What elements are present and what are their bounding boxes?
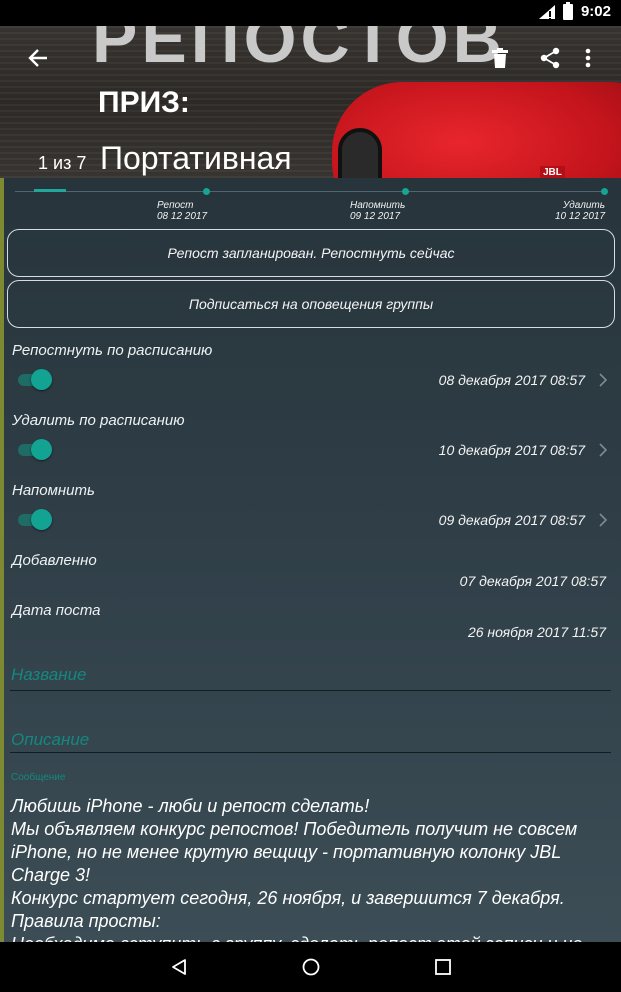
- message-line: Правила просты:: [11, 911, 161, 931]
- post-date-value: 26 ноября 2017 11:57: [467, 624, 606, 640]
- speaker-logo: JBL: [540, 166, 565, 178]
- toggle-thumb: [31, 439, 52, 460]
- added-label: Добавленно: [12, 552, 97, 569]
- delete-schedule-toggle[interactable]: [18, 438, 54, 460]
- nav-recents-button[interactable]: [428, 952, 458, 982]
- repost-now-button[interactable]: Репост запланирован. Репостнуть сейчас: [7, 229, 615, 277]
- share-button[interactable]: [530, 38, 570, 78]
- delete-schedule-label: Удалить по расписанию: [12, 412, 185, 429]
- nav-home-icon: [302, 958, 320, 976]
- timeline-label-repost: Репост 08 12 2017: [157, 200, 208, 222]
- timeline-progress: [34, 189, 66, 192]
- status-time: 9:02: [580, 3, 611, 20]
- timeline-label-remind: Напомнить 09 12 2017: [350, 200, 406, 222]
- more-button[interactable]: [568, 38, 608, 78]
- more-vert-icon: [585, 48, 591, 68]
- trash-icon: [492, 48, 508, 68]
- repost-schedule-date[interactable]: 08 декабря 2017 08:57: [439, 372, 585, 388]
- chevron-right-icon[interactable]: [598, 373, 608, 387]
- image-text-prize: ПРИЗ:: [98, 86, 190, 119]
- message-line: Любишь iPhone - люби и репост сделать!: [11, 796, 370, 816]
- remind-label: Напомнить: [12, 482, 95, 499]
- image-text-sub: Портативная: [100, 140, 292, 176]
- back-arrow-icon: [28, 49, 47, 67]
- remind-toggle[interactable]: [18, 508, 54, 530]
- name-field-underline: [10, 690, 611, 691]
- message-line: Мы объявляем конкурс репостов! Победител…: [11, 819, 578, 885]
- post-details[interactable]: Репост 08 12 2017 Напомнить 09 12 2017 У…: [0, 178, 621, 942]
- timeline-dot-delete: [601, 188, 608, 195]
- nav-back-icon: [172, 959, 186, 975]
- speaker-end-cap: [338, 128, 382, 178]
- message-field[interactable]: Любишь iPhone - люби и репост сделать! М…: [11, 795, 617, 942]
- name-field[interactable]: Название: [11, 665, 86, 685]
- remind-date[interactable]: 09 декабря 2017 08:57: [439, 512, 585, 528]
- status-bar: 9:02: [0, 0, 621, 26]
- timeline-line: [15, 191, 606, 192]
- timeline-dot-repost: [203, 188, 210, 195]
- timeline-label-delete: Удалить 10 12 2017: [555, 200, 606, 222]
- timeline-dot-remind: [402, 188, 409, 195]
- description-field[interactable]: Описание: [11, 730, 89, 750]
- message-label: Сообщение: [11, 772, 66, 783]
- message-line: Конкурс стартует сегодня, 26 ноября, и з…: [11, 888, 565, 908]
- battery-icon: [562, 1, 573, 20]
- status-icons: 9:02: [538, 1, 611, 20]
- chevron-right-icon[interactable]: [598, 443, 608, 457]
- toggle-thumb: [31, 509, 52, 530]
- repost-schedule-label: Репостнуть по расписанию: [12, 342, 213, 359]
- delete-schedule-date[interactable]: 10 декабря 2017 08:57: [439, 442, 585, 458]
- share-icon: [540, 47, 560, 69]
- message-line: Необходимо вступить в группу, сделать ре…: [11, 933, 617, 942]
- repost-schedule-toggle[interactable]: [18, 368, 54, 390]
- signal-icon: [538, 4, 555, 19]
- post-image-header[interactable]: РЕПОСТОВ ПРИЗ: JBL Портативная 1 из 7: [0, 26, 621, 178]
- image-counter: 1 из 7: [38, 153, 87, 173]
- schedule-timeline: Репост 08 12 2017 Напомнить 09 12 2017 У…: [0, 178, 621, 224]
- system-nav-bar: [0, 942, 621, 992]
- added-date: 07 декабря 2017 08:57: [459, 573, 606, 589]
- nav-home-button[interactable]: [296, 952, 326, 982]
- chevron-right-icon[interactable]: [598, 513, 608, 527]
- nav-recents-icon: [435, 959, 451, 975]
- post-date-label: Дата поста: [12, 602, 101, 619]
- left-accent-bar: [0, 178, 4, 942]
- delete-button[interactable]: [480, 38, 520, 78]
- description-field-underline: [10, 752, 611, 753]
- nav-back-button[interactable]: [164, 952, 194, 982]
- image-text-big: РЕПОСТОВ: [92, 26, 506, 77]
- subscribe-notifications-button[interactable]: Подписаться на оповещения группы: [7, 280, 615, 328]
- back-button[interactable]: [18, 38, 58, 78]
- toggle-thumb: [31, 369, 52, 390]
